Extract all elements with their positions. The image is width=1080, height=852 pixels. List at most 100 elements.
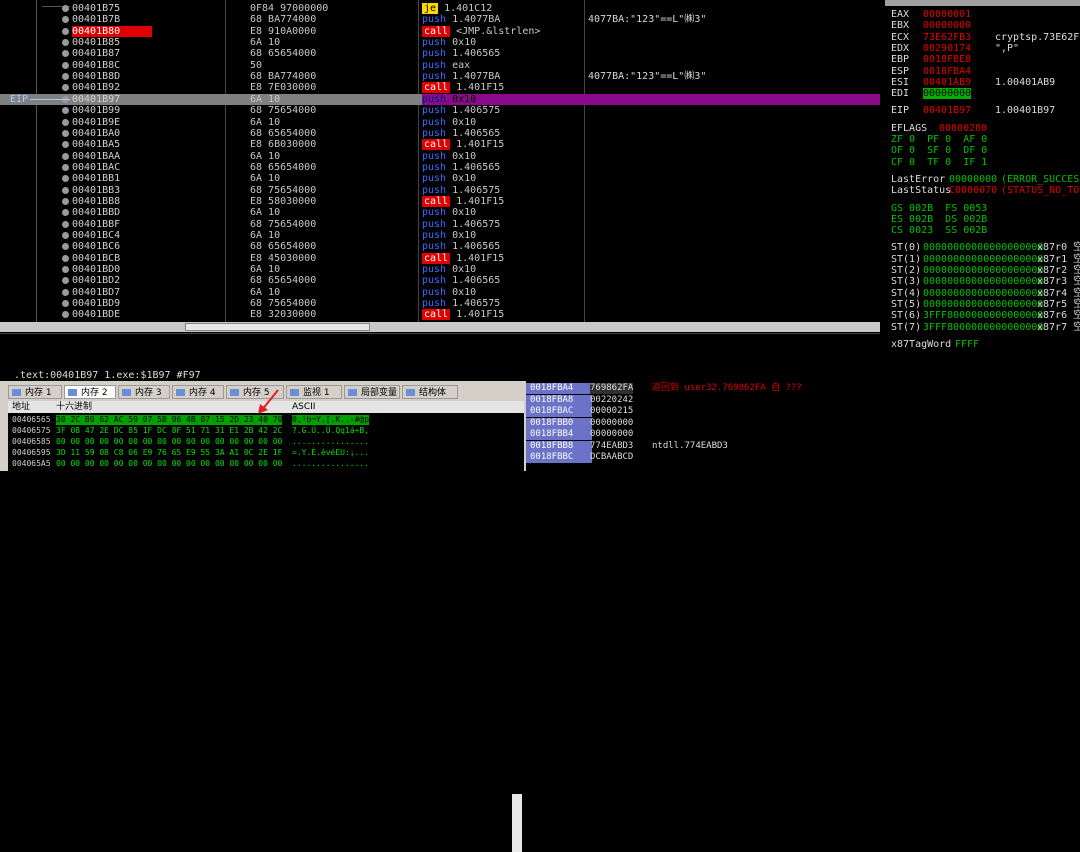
register-name: ST(1): [891, 253, 922, 265]
disasm-row[interactable]: 00401BBF 68 75654000 push 1.406575: [0, 219, 880, 230]
stack-row[interactable]: 0018FBB0 00000000: [526, 417, 1080, 429]
breakpoint-dot-icon[interactable]: [62, 288, 69, 296]
stack-row[interactable]: 0018FBA8 00220242: [526, 394, 1080, 406]
breakpoint-dot-icon[interactable]: [62, 5, 69, 12]
stack-row[interactable]: 0018FBB8 774EABD3 ntdll.774EABD3: [526, 440, 1080, 452]
dump-row[interactable]: 004065A5 00 00 00 00 00 00 00 00 00 00 00…: [8, 459, 524, 469]
instruction-operand: 1.406565: [452, 48, 501, 60]
breakpoint-dot-icon[interactable]: [62, 27, 69, 35]
stack-row[interactable]: 0018FBBC DCBAABCD: [526, 452, 1080, 463]
disasm-row[interactable]: 00401B80 E8 910A0000 call <JMP.&lstrlen>: [0, 25, 880, 37]
tab-7[interactable]: 局部变量: [344, 385, 400, 399]
tab-3[interactable]: 内存 3: [118, 385, 170, 399]
register-name: ST(5): [891, 298, 922, 310]
instruction-mnemonic: push: [422, 184, 447, 196]
breakpoint-dot-icon[interactable]: [62, 50, 69, 58]
breakpoint-dot-icon[interactable]: [62, 16, 69, 24]
stack-row[interactable]: 0018FBAC 00000215: [526, 406, 1080, 417]
disasm-row[interactable]: 00401BCB E8 45030000 call 1.401F15: [0, 252, 880, 264]
instruction-operand: 1.4077BA: [452, 14, 501, 26]
disasm-row[interactable]: 00401BA5 E8 6B030000 call 1.401F15: [0, 139, 880, 151]
dump-row[interactable]: 00406575 3F 08 47 2E DC 85 1F DC 8F 51 71…: [8, 426, 524, 436]
disasm-row[interactable]: 00401BD0 6A 10 push 0x10: [0, 264, 880, 275]
breakpoint-dot-icon[interactable]: [62, 129, 69, 137]
disasm-row[interactable]: 00401B7B 68 BA774000 push 1.4077BA 4077BA:"…: [0, 14, 880, 25]
breakpoint-dot-icon[interactable]: [62, 39, 69, 47]
tab-label: 监视 1: [303, 388, 330, 398]
disasm-row[interactable]: 00401BC4 6A 10 push 0x10: [0, 230, 880, 241]
instruction-mnemonic: push: [422, 298, 447, 310]
stack-value: 00000000: [590, 429, 634, 439]
breakpoint-dot-icon[interactable]: [62, 163, 69, 171]
instruction-operand: 0x10: [452, 173, 477, 185]
disasm-row[interactable]: 00401BB1 6A 10 push 0x10: [0, 173, 880, 184]
disasm-row[interactable]: 00401B9E 6A 10 push 0x10: [0, 117, 880, 128]
registers-pane[interactable]: EAX 00000001 EBX 00000000 ECX 73E62FB3 cryptsp…: [885, 0, 1080, 381]
disasm-row[interactable]: 00401BAC 68 65654000 push 1.406565: [0, 162, 880, 173]
horizontal-scrollbar[interactable]: [0, 322, 880, 332]
breakpoint-dot-icon[interactable]: [62, 232, 69, 239]
tab-icon: [406, 389, 415, 396]
breakpoint-dot-icon[interactable]: [62, 197, 69, 205]
breakpoint-dot-icon[interactable]: [62, 152, 69, 160]
breakpoint-dot-icon[interactable]: [62, 175, 69, 183]
disasm-row[interactable]: 00401BD2 68 65654000 push 1.406565: [0, 275, 880, 286]
stack-pane[interactable]: 0018FBA4 769862FA 返回到 user32.769862FA 自 ??…: [526, 381, 1080, 471]
tab-6[interactable]: 监视 1: [286, 385, 342, 399]
instruction-text: call 1.401F15: [422, 252, 504, 264]
breakpoint-dot-icon[interactable]: [62, 220, 69, 228]
disasm-row[interactable]: 00401B8D 68 BA774000 push 1.4077BA 4077BA:"…: [0, 71, 880, 82]
disassembly-pane[interactable]: 00401B75 0F84 97000000 je 1.401C12 00401B7B…: [0, 0, 880, 333]
scrollbar-thumb[interactable]: [185, 323, 370, 331]
breakpoint-dot-icon[interactable]: [62, 243, 69, 251]
disasm-row[interactable]: 00401B97 6A 10 push 0x10: [0, 93, 880, 105]
disasm-row[interactable]: 00401BC6 68 65654000 push 1.406565: [0, 241, 880, 252]
disasm-row[interactable]: 00401B92 E8 7E030000 call 1.401F15: [0, 82, 880, 94]
tab-1[interactable]: 内存 1: [8, 385, 62, 399]
instruction-address: 00401BC4: [72, 230, 121, 241]
breakpoint-dot-icon[interactable]: [62, 277, 69, 285]
disasm-row[interactable]: 00401BBD 6A 10 push 0x10: [0, 207, 880, 218]
breakpoint-dot-icon[interactable]: [62, 186, 69, 194]
breakpoint-dot-icon[interactable]: [62, 107, 69, 115]
breakpoint-dot-icon[interactable]: [62, 118, 69, 126]
instruction-text: push 1.406565: [422, 128, 500, 139]
instruction-address: 00401BD9: [72, 298, 121, 310]
instruction-text: call <JMP.&lstrlen>: [422, 25, 540, 37]
tab-2[interactable]: 内存 2: [64, 385, 116, 399]
stack-row[interactable]: 0018FBB4 00000000: [526, 429, 1080, 440]
disasm-row[interactable]: 00401BB3 68 75654000 push 1.406575: [0, 185, 880, 196]
stack-row[interactable]: 0018FBA4 769862FA 返回到 user32.769862FA 自 ??…: [526, 383, 1080, 394]
dump-row[interactable]: 00406595 3D 11 59 08 C8 06 E9 76 65 E9 55…: [8, 448, 524, 458]
breakpoint-dot-icon[interactable]: [62, 84, 69, 92]
breakpoint-dot-icon[interactable]: [62, 311, 69, 319]
disasm-row[interactable]: 00401BB8 E8 58030000 call 1.401F15: [0, 195, 880, 207]
disasm-row[interactable]: 00401BD9 68 75654000 push 1.406575: [0, 298, 880, 309]
disasm-row[interactable]: 00401B8C 50 push eax: [0, 60, 880, 71]
disasm-row[interactable]: 00401BA0 68 65654000 push 1.406565: [0, 128, 880, 139]
breakpoint-dot-icon[interactable]: [62, 61, 69, 69]
disasm-row[interactable]: 00401B75 0F84 97000000 je 1.401C12: [0, 3, 880, 14]
tab-4[interactable]: 内存 4: [172, 385, 224, 399]
disasm-row[interactable]: 00401B99 68 75654000 push 1.406575: [0, 105, 880, 116]
dump-row[interactable]: 00406585 00 00 00 00 00 00 00 00 00 00 00…: [8, 437, 524, 447]
disasm-row[interactable]: 00401BAA 6A 10 push 0x10: [0, 151, 880, 162]
disasm-row[interactable]: 00401B87 68 65654000 push 1.406565: [0, 48, 880, 59]
dump-ascii: ?.G.Ü..Ü.Qq1á+B,: [292, 426, 370, 435]
dump-vertical-scrollbar[interactable]: [512, 794, 522, 852]
ascii-column-header: ASCII: [292, 402, 316, 412]
dump-address: 004065A5: [12, 459, 51, 468]
breakpoint-dot-icon[interactable]: [62, 300, 69, 308]
breakpoint-dot-icon[interactable]: [62, 209, 69, 217]
breakpoint-dot-icon[interactable]: [62, 266, 69, 274]
breakpoint-dot-icon[interactable]: [62, 141, 69, 149]
disasm-row[interactable]: 00401B85 6A 10 push 0x10: [0, 37, 880, 48]
tab-8[interactable]: 结构体: [402, 385, 458, 399]
dump-row[interactable]: 00406565 30 2C B9 62 AC 59 07 5B 96 4B 07…: [8, 415, 524, 425]
breakpoint-dot-icon[interactable]: [62, 254, 69, 262]
instruction-operand: 0x10: [452, 116, 477, 128]
register-value: 00000000: [923, 88, 972, 100]
disasm-row[interactable]: 00401BD7 6A 10 push 0x10: [0, 287, 880, 298]
disasm-row[interactable]: 00401BDE E8 32030000 call 1.401F15: [0, 309, 880, 321]
breakpoint-dot-icon[interactable]: [62, 73, 69, 81]
